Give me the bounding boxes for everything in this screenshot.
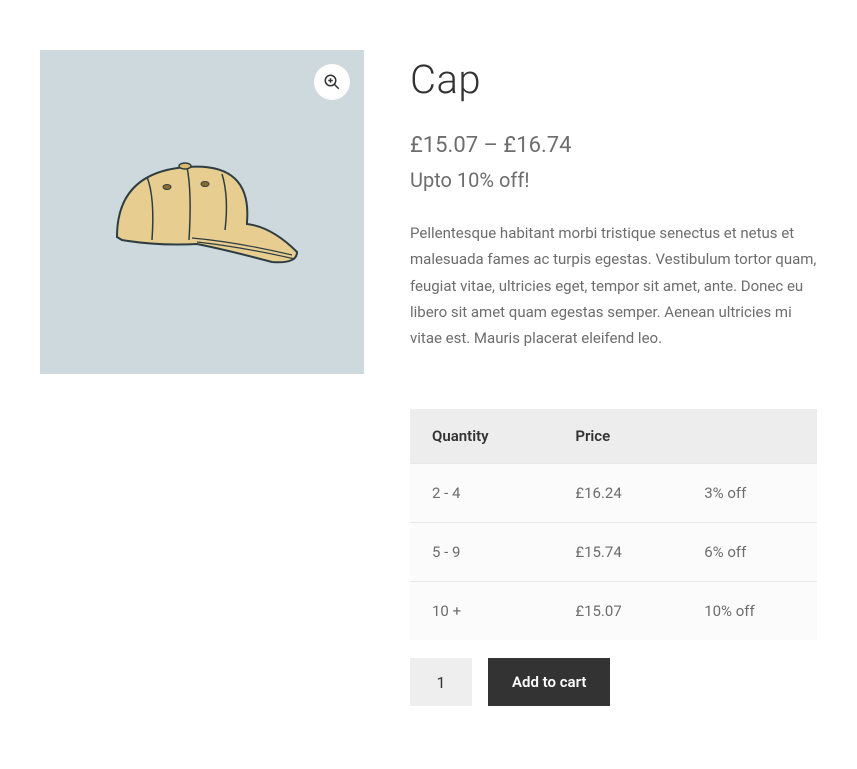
cell-discount: 6% off <box>682 523 817 582</box>
quantity-input[interactable] <box>410 658 472 706</box>
cell-qty: 2 - 4 <box>410 464 553 523</box>
discount-headline: Upto 10% off! <box>410 168 817 192</box>
product-title: Cap <box>410 56 817 103</box>
col-header-price: Price <box>553 409 682 464</box>
add-to-cart-button[interactable]: Add to cart <box>488 658 610 706</box>
zoom-in-icon[interactable] <box>314 64 350 100</box>
table-row: 10 + £15.07 10% off <box>410 582 817 641</box>
product-description: Pellentesque habitant morbi tristique se… <box>410 220 817 351</box>
price-high: £16.74 <box>503 133 571 158</box>
col-header-discount <box>682 409 817 464</box>
price-low: £15.07 <box>410 133 478 158</box>
cell-qty: 10 + <box>410 582 553 641</box>
price-separator: – <box>478 133 503 158</box>
cell-discount: 3% off <box>682 464 817 523</box>
table-row: 2 - 4 £16.24 3% off <box>410 464 817 523</box>
cell-discount: 10% off <box>682 582 817 641</box>
col-header-quantity: Quantity <box>410 409 553 464</box>
product-image[interactable] <box>40 50 364 374</box>
product-illustration <box>97 142 307 282</box>
pricing-table: Quantity Price 2 - 4 £16.24 3% off 5 - 9… <box>410 409 817 640</box>
table-row: 5 - 9 £15.74 6% off <box>410 523 817 582</box>
cell-qty: 5 - 9 <box>410 523 553 582</box>
price-range: £15.07 – £16.74 <box>410 133 817 158</box>
cell-price: £15.07 <box>553 582 682 641</box>
add-to-cart-row: Add to cart <box>410 658 817 706</box>
cell-price: £16.24 <box>553 464 682 523</box>
cell-price: £15.74 <box>553 523 682 582</box>
